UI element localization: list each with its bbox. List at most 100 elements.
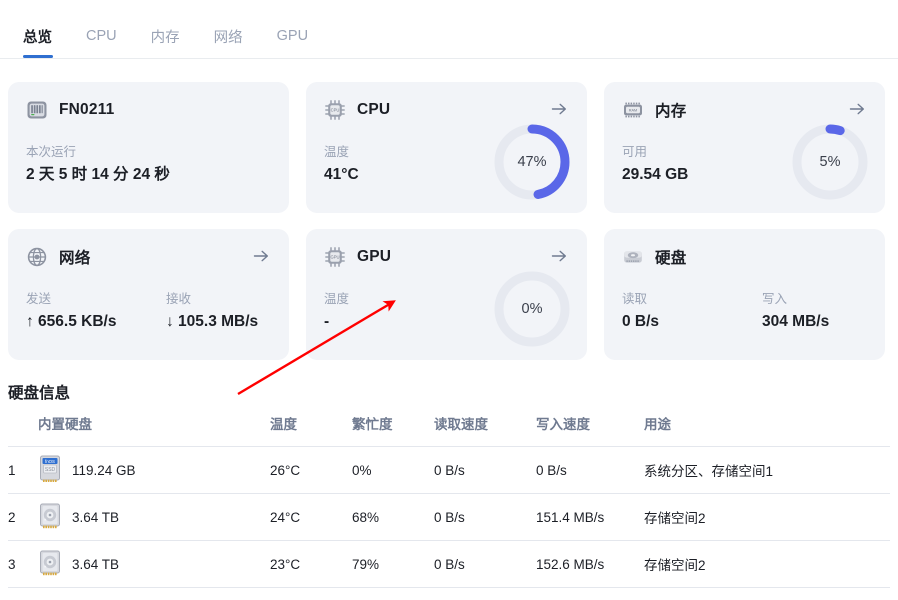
tab-memory-label: 内存 [150, 29, 180, 46]
disk-row-read: 0 B/s [434, 493, 536, 541]
hdd-drive-icon [38, 502, 62, 533]
disk-row-capacity: 3.64 TB [72, 556, 120, 572]
disk-row-usage: 存储空间2 [644, 493, 890, 541]
card-network-detail-arrow-icon[interactable] [251, 246, 271, 266]
system-monitor-overview-page: 总览 CPU 内存 网络 GPU FN0211 本次运行 2 天 5 时 14 … [0, 0, 898, 600]
tab-overview-label: 总览 [23, 29, 52, 46]
card-device-header: FN0211 [26, 98, 271, 122]
disk-row-index: 3 [8, 540, 38, 588]
card-cpu-header: CPU CPU [324, 98, 569, 122]
disk-row-busy: 68% [352, 493, 434, 541]
disk-row-write: 0 B/s [536, 446, 644, 494]
memory-usage-gauge: 5% [788, 120, 872, 204]
main-tabbar: 总览 CPU 内存 网络 GPU [0, 0, 898, 59]
disk-row-index: 1 [8, 446, 38, 494]
disk-table-header-row: 内置硬盘 温度 繁忙度 读取速度 写入速度 用途 [8, 413, 890, 447]
disk-row-capacity: 3.64 TB [72, 509, 120, 525]
card-memory-header: RAM 内存 [622, 98, 867, 122]
hdd-drive-icon [38, 549, 62, 580]
gpu-temperature-label: 温度 [324, 292, 350, 306]
tab-cpu-label: CPU [86, 28, 117, 44]
cpu-usage-value: 47% [517, 154, 547, 170]
svg-text:RAM: RAM [629, 109, 637, 113]
disk-table-header: 内置硬盘 温度 繁忙度 读取速度 写入速度 用途 [8, 413, 890, 447]
card-network-body: 发送 ↑ 656.5 KB/s 接收 ↓ 105.3 MB/s [26, 293, 258, 330]
card-cpu-body: 温度 41°C [324, 146, 359, 183]
card-gpu-detail-arrow-icon[interactable] [549, 246, 569, 266]
network-upload-value: ↑ 656.5 KB/s [26, 312, 117, 330]
disk-write-label: 写入 [762, 292, 788, 306]
tab-cpu[interactable]: CPU [69, 14, 134, 58]
disk-row-temp: 23°C [270, 540, 352, 588]
gpu-chip-icon: GPU [324, 246, 346, 268]
hard-disk-icon [622, 246, 644, 268]
globe-network-icon [26, 246, 48, 268]
card-network-title: 网络 [59, 250, 91, 267]
gpu-usage-gauge: 0% [490, 267, 574, 351]
card-gpu[interactable]: GPU GPU 温度 - 0% [306, 229, 587, 360]
card-disk[interactable]: 硬盘 读取 0 B/s 写入 304 MB/s [604, 229, 885, 360]
disk-read-label: 读取 [622, 292, 648, 306]
nas-device-icon [26, 99, 48, 121]
card-gpu-body: 温度 - [324, 293, 349, 330]
network-upload-metric: 发送 ↑ 656.5 KB/s [26, 293, 166, 330]
ssd-drive-icon: fnOS SSD [38, 455, 62, 486]
card-device-title: FN0211 [59, 101, 115, 118]
card-disk-body: 读取 0 B/s 写入 304 MB/s [622, 293, 829, 330]
disk-row-read: 0 B/s [434, 540, 536, 588]
disk-read-metric: 读取 0 B/s [622, 293, 762, 330]
svg-text:GPU: GPU [330, 255, 339, 260]
disk-write-value: 304 MB/s [762, 312, 830, 330]
tab-gpu[interactable]: GPU [260, 14, 325, 58]
disk-col-busy: 繁忙度 [352, 413, 434, 447]
disk-read-value: 0 B/s [622, 312, 660, 330]
gpu-temperature-value: - [324, 312, 330, 330]
card-cpu[interactable]: CPU CPU 温度 41°C 47% [306, 82, 587, 213]
table-row[interactable]: 2 3.64 TB 24°C 68% 0 B/s 151.4 MB/s 存储空间… [8, 493, 890, 541]
device-uptime-value: 2 天 5 时 14 分 24 秒 [26, 165, 170, 183]
disk-row-index: 2 [8, 493, 38, 541]
disk-col-usage: 用途 [644, 413, 890, 447]
card-device[interactable]: FN0211 本次运行 2 天 5 时 14 分 24 秒 [8, 82, 289, 213]
card-cpu-detail-arrow-icon[interactable] [549, 99, 569, 119]
disk-row-usage: 存储空间2 [644, 540, 890, 588]
card-network-header: 网络 [26, 245, 271, 269]
ram-chip-icon: RAM [622, 99, 644, 121]
table-row[interactable]: 1 fnOS SSD 119.24 GB 26°C 0% 0 B/s 0 B/s… [8, 446, 890, 494]
card-gpu-header: GPU GPU [324, 245, 569, 269]
tab-memory[interactable]: 内存 [134, 14, 197, 58]
device-uptime-label: 本次运行 [26, 145, 77, 159]
disk-table-body: 1 fnOS SSD 119.24 GB 26°C 0% 0 B/s 0 B/s… [8, 446, 890, 588]
svg-text:fnOS: fnOS [45, 458, 55, 463]
tab-overview[interactable]: 总览 [6, 14, 69, 58]
card-disk-header: 硬盘 [622, 245, 867, 269]
disk-row-temp: 26°C [270, 446, 352, 494]
tab-network[interactable]: 网络 [197, 14, 260, 58]
card-network[interactable]: 网络 发送 ↑ 656.5 KB/s 接收 ↓ 105.3 MB/s [8, 229, 289, 360]
network-download-label: 接收 [166, 292, 192, 306]
network-upload-label: 发送 [26, 292, 52, 306]
card-gpu-title: GPU [357, 248, 392, 265]
memory-available-value: 29.54 GB [622, 165, 689, 183]
card-memory-detail-arrow-icon[interactable] [847, 99, 867, 119]
table-row[interactable]: 3 3.64 TB 23°C 79% 0 B/s 152.6 MB/s 存储空间… [8, 540, 890, 588]
card-cpu-title: CPU [357, 101, 391, 118]
disk-col-index [8, 413, 38, 447]
disk-info-table: 内置硬盘 温度 繁忙度 读取速度 写入速度 用途 1 fnOS SSD 119.… [8, 413, 890, 588]
disk-info-section-title: 硬盘信息 [8, 385, 71, 402]
disk-row-busy: 0% [352, 446, 434, 494]
disk-row-temp: 24°C [270, 493, 352, 541]
disk-write-metric: 写入 304 MB/s [762, 293, 829, 330]
gpu-usage-value: 0% [521, 301, 543, 317]
cpu-chip-icon: CPU [324, 99, 346, 121]
tab-network-label: 网络 [213, 29, 243, 46]
network-download-metric: 接收 ↓ 105.3 MB/s [166, 293, 258, 330]
disk-row-name-cell: fnOS SSD 119.24 GB [38, 446, 270, 494]
disk-col-read: 读取速度 [434, 413, 536, 447]
cpu-usage-gauge: 47% [490, 120, 574, 204]
network-download-value: ↓ 105.3 MB/s [166, 312, 259, 330]
cpu-temperature-label: 温度 [324, 145, 350, 159]
disk-col-temp: 温度 [270, 413, 352, 447]
card-memory-body: 可用 29.54 GB [622, 146, 688, 183]
card-memory[interactable]: RAM 内存 可用 29.54 GB 5% [604, 82, 885, 213]
